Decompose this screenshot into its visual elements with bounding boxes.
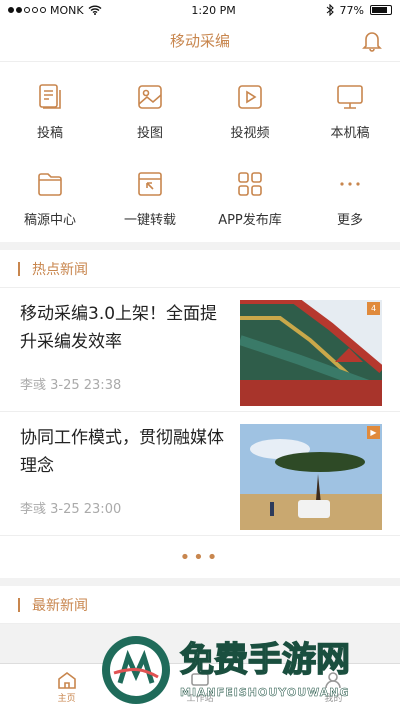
grid-item-image[interactable]: 投图: [100, 82, 200, 141]
grid-item-source-center[interactable]: 稿源中心: [0, 169, 100, 228]
grid-item-label: 投稿: [36, 126, 63, 141]
grid-item-label: 稿源中心: [23, 213, 76, 228]
hot-news-section: 热点新闻 移动采编3.0上架！全面提升采编发效率 李彧 3-25 23:38 4…: [0, 250, 400, 578]
grid-item-local-drafts[interactable]: 本机稿: [300, 82, 400, 141]
home-icon: [57, 672, 76, 689]
signal-dots-icon: [8, 7, 46, 13]
news-title: 协同工作模式，贯彻融媒体理念: [20, 428, 224, 476]
section-title: 热点新闻: [0, 250, 400, 288]
grid-item-label: 一键转载: [123, 213, 176, 228]
wifi-icon: [88, 5, 102, 15]
function-grid: 投稿 投图 投视频 本机稿 稿源中心 一键转载 APP发布库 更多: [0, 62, 400, 242]
video-play-icon: [238, 85, 262, 109]
savanna-tree-image: [240, 424, 382, 530]
battery-percent: 77%: [339, 3, 364, 17]
repost-icon: [138, 172, 162, 196]
status-bar: MONK 1:20 PM 77%: [0, 0, 400, 20]
news-badge: 4: [367, 302, 380, 315]
carrier-label: MONK: [50, 3, 84, 17]
news-title: 移动采编3.0上架！全面提升采编发效率: [20, 304, 218, 352]
grid-item-one-click-repost[interactable]: 一键转载: [100, 169, 200, 228]
bluetooth-icon: [326, 4, 334, 16]
latest-news-section: 最新新闻: [0, 586, 400, 624]
grid-item-label: 投图: [136, 126, 163, 141]
watermark-text: 免费手游网: [179, 639, 351, 681]
load-more-button[interactable]: •••: [0, 536, 400, 578]
news-thumbnail: ▶: [240, 424, 382, 530]
grid-item-app-library[interactable]: APP发布库: [200, 169, 300, 228]
news-item[interactable]: 协同工作模式，贯彻融媒体理念 李彧 3-25 23:00 ▶: [0, 412, 400, 536]
section-title: 最新新闻: [0, 586, 400, 624]
app-header: 移动采编: [0, 20, 400, 62]
video-badge: ▶: [367, 426, 380, 439]
document-edit-icon: [39, 84, 61, 109]
grid-item-label: 投视频: [230, 126, 270, 141]
grid-item-more[interactable]: 更多: [300, 169, 400, 228]
battery-icon: [370, 5, 392, 15]
grid-item-submit[interactable]: 投稿: [0, 82, 100, 141]
news-meta: 李彧 3-25 23:00: [20, 502, 122, 517]
app-grid-icon: [238, 172, 262, 196]
news-thumbnail: 4: [240, 300, 382, 406]
monitor-icon: [337, 85, 363, 109]
news-meta: 李彧 3-25 23:38: [20, 378, 122, 393]
grid-item-label: 本机稿: [330, 126, 370, 141]
folder-icon: [38, 173, 62, 196]
bell-icon[interactable]: [362, 30, 382, 52]
more-dots-icon: [340, 182, 360, 186]
page-title: 移动采编: [169, 32, 230, 50]
clock: 1:20 PM: [191, 3, 236, 17]
news-item[interactable]: 移动采编3.0上架！全面提升采编发效率 李彧 3-25 23:38 4: [0, 288, 400, 412]
grid-item-label: APP发布库: [218, 213, 282, 228]
image-icon: [138, 85, 162, 109]
grid-item-video[interactable]: 投视频: [200, 82, 300, 141]
watermark-subtext: MIANFEISHOUYOUWANG: [180, 686, 350, 700]
tab-label: 主页: [57, 694, 76, 704]
palace-roof-image: [240, 300, 382, 406]
grid-item-label: 更多: [336, 213, 363, 228]
